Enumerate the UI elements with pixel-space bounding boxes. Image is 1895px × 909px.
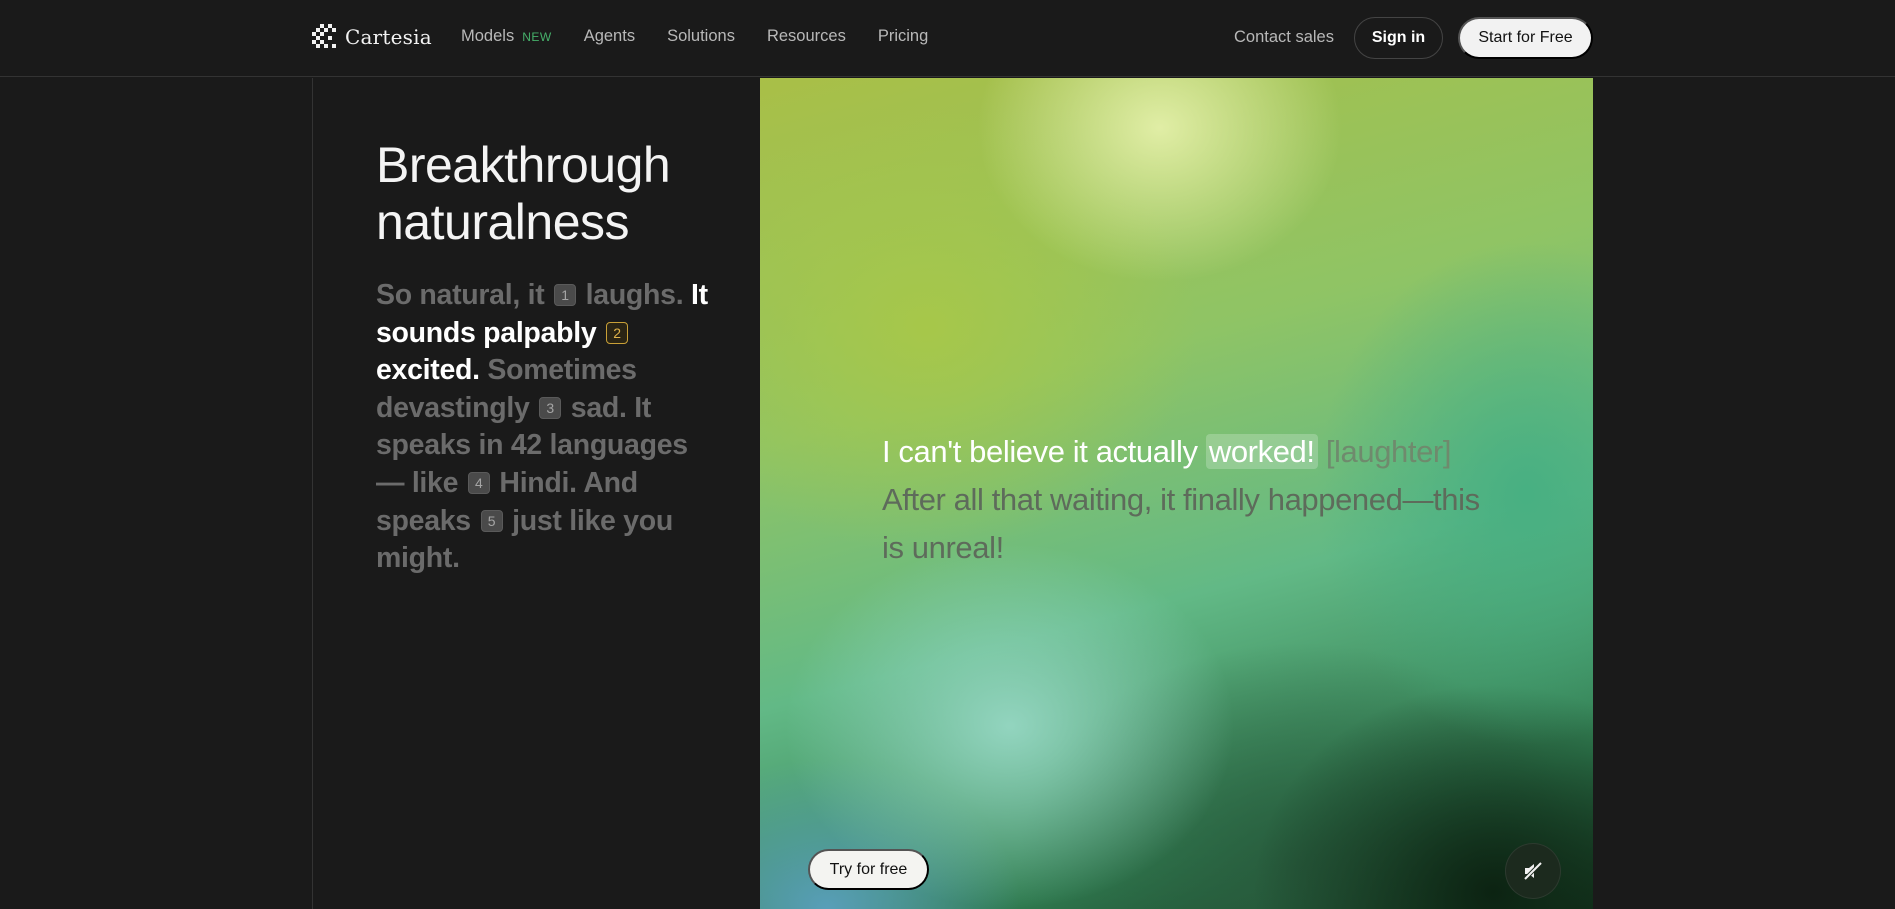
sample-marker-2[interactable]: 2: [606, 321, 628, 344]
page: Cartesia Models NEW Agents Solutions Res…: [0, 0, 1895, 909]
sample-marker-4[interactable]: 4: [467, 471, 490, 494]
sign-in-button[interactable]: Sign in: [1354, 17, 1443, 59]
speaker-muted-icon: [1522, 860, 1544, 882]
copy-segment-4: excited.: [376, 354, 480, 387]
nav-resources[interactable]: Resources: [767, 27, 846, 46]
column-divider: [312, 78, 313, 909]
nav-solutions[interactable]: Solutions: [667, 27, 735, 46]
contact-sales-link[interactable]: Contact sales: [1234, 28, 1334, 47]
nav-agents[interactable]: Agents: [584, 27, 635, 46]
nav-models[interactable]: Models NEW: [461, 27, 552, 46]
copy-segment-1: So natural, it: [376, 279, 545, 311]
hero-heading: Breakthrough naturalness: [376, 137, 716, 251]
hero-heading-line1: Breakthrough: [376, 137, 671, 193]
new-badge: NEW: [522, 30, 552, 44]
sample-marker-5[interactable]: 5: [480, 509, 503, 532]
mute-toggle-button[interactable]: [1505, 843, 1561, 899]
try-for-free-button[interactable]: Try for free: [808, 849, 929, 890]
top-nav: Cartesia Models NEW Agents Solutions Res…: [0, 0, 1895, 77]
transcript-tag: [laughter]: [1325, 434, 1452, 469]
transcript-remaining: After all that waiting, it finally happe…: [882, 482, 1480, 565]
sample-marker-3[interactable]: 3: [539, 396, 562, 419]
sample-marker-1[interactable]: 1: [554, 284, 577, 306]
brand-name: Cartesia: [345, 25, 432, 49]
hero-heading-line2: naturalness: [376, 194, 630, 250]
demo-panel: I can't believe it actually worked! [lau…: [760, 78, 1593, 909]
transcript-current-word: worked!: [1205, 434, 1318, 469]
start-for-free-button[interactable]: Start for Free: [1458, 17, 1593, 59]
logo[interactable]: Cartesia: [312, 24, 432, 50]
nav-models-label: Models: [461, 27, 515, 45]
main-menu: Models NEW Agents Solutions Resources Pr…: [461, 27, 960, 46]
transcript: I can't believe it actually worked! [lau…: [882, 428, 1482, 572]
copy-segment-2: laughs.: [585, 279, 684, 311]
cartesia-logo-icon: [312, 24, 336, 48]
transcript-spoken: I can't believe it actually: [882, 434, 1198, 469]
hero-copy: So natural, it 1 laughs. It sounds palpa…: [376, 277, 716, 578]
nav-pricing[interactable]: Pricing: [878, 27, 928, 46]
